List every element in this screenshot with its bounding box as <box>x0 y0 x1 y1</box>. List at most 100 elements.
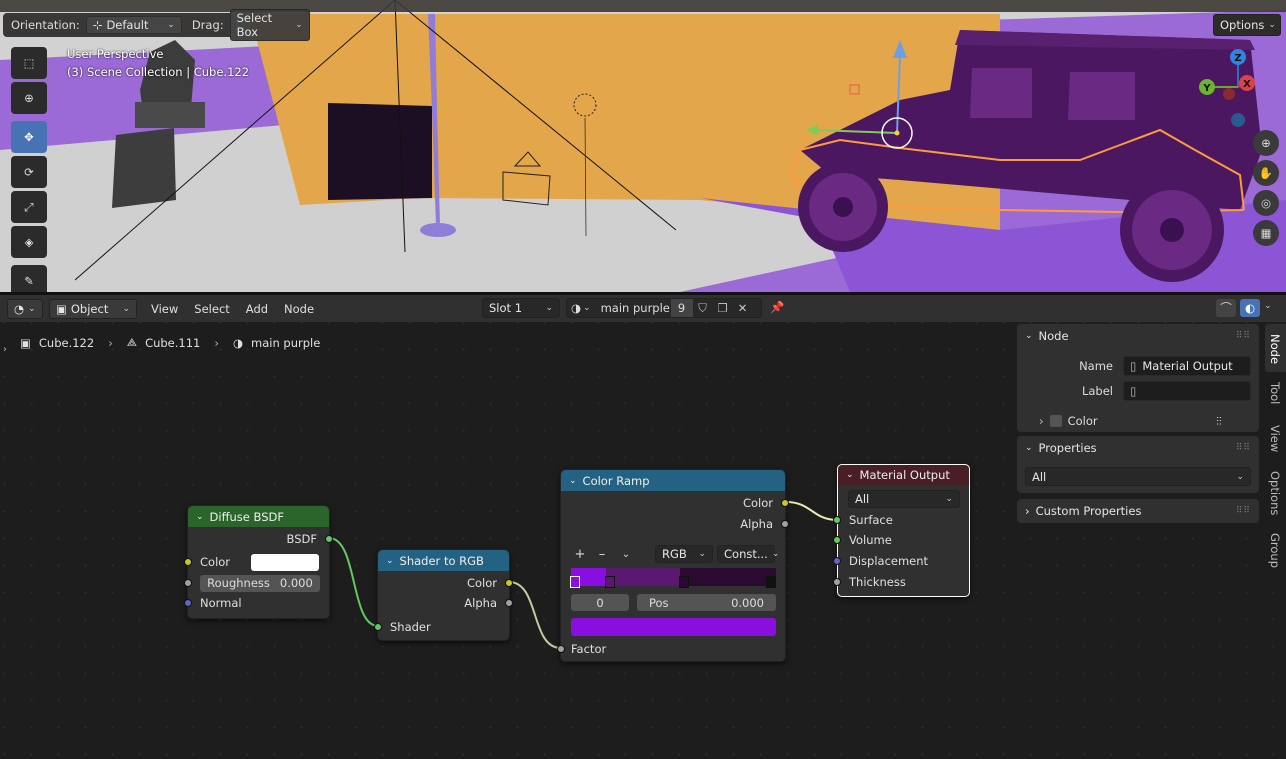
collapse-chevron-icon[interactable]: ⌄ <box>846 470 854 480</box>
menu-select[interactable]: Select <box>186 302 237 316</box>
ramp-stop-handle[interactable] <box>605 576 615 588</box>
duplicate-material-icon[interactable]: ❐ <box>713 301 733 315</box>
camera-view-button[interactable]: ◎ <box>1253 190 1279 216</box>
tab-group[interactable]: Group <box>1268 533 1282 568</box>
mode-dropdown[interactable]: ▣ Object ⌄ <box>49 298 137 319</box>
navigation-gizmo[interactable]: Z Y X <box>1195 45 1265 135</box>
factor-input-socket[interactable] <box>557 645 565 653</box>
node-canvas[interactable]: ▣ Cube.122 › ⟁ Cube.111 › ◑ main purple … <box>0 322 1286 759</box>
drag-handle-icon[interactable]: ⠿⠿ <box>1236 506 1251 516</box>
overlay-toggle-icon[interactable]: ◐ <box>1240 299 1260 317</box>
use-custom-color-checkbox[interactable] <box>1049 415 1062 427</box>
pan-button[interactable]: ✋ <box>1253 160 1279 186</box>
material-sphere-icon[interactable]: ◑ ⌄ <box>567 301 595 315</box>
chevron-down-icon: ⌄ <box>1025 331 1033 341</box>
drag-label: Drag: <box>191 18 224 32</box>
diffuse-bsdf-node[interactable]: ⌄ Diffuse BSDF BSDF Color Roughness 0.00… <box>184 505 333 619</box>
3d-viewport[interactable]: Orientation: ⊹ Default ⌄ Drag: Select Bo… <box>0 0 1286 292</box>
color-output-socket[interactable] <box>505 579 513 587</box>
node-label-field[interactable]: ▯ <box>1123 381 1251 401</box>
chevron-down-icon: ⌄ <box>295 20 303 30</box>
move-tool[interactable]: ✥ <box>11 121 47 153</box>
roughness-input-socket[interactable] <box>184 579 192 587</box>
view-perspective-label: User Perspective <box>67 47 164 61</box>
tab-view[interactable]: View <box>1268 425 1282 452</box>
tab-node-label[interactable]: Node <box>1268 334 1282 364</box>
volume-input-socket[interactable] <box>833 536 841 544</box>
stop-color-swatch[interactable] <box>571 618 776 636</box>
options-dropdown[interactable]: Options ⌄ <box>1213 14 1281 36</box>
shader-input-socket[interactable] <box>374 623 382 631</box>
tab-options[interactable]: Options <box>1268 471 1282 515</box>
ramp-stop-handle[interactable] <box>766 576 776 588</box>
slot-dropdown[interactable]: Slot 1 ⌄ <box>482 298 560 318</box>
diffuse-bsdf-header[interactable]: ⌄ Diffuse BSDF <box>188 506 329 527</box>
user-count[interactable]: 9 <box>670 299 693 317</box>
color-output-socket[interactable] <box>781 499 789 507</box>
color-subpanel-header[interactable]: › Color <box>1039 414 1098 428</box>
menu-add[interactable]: Add <box>238 302 276 316</box>
color-ramp-bar[interactable] <box>571 568 776 586</box>
pin-icon[interactable]: 📌 <box>770 300 784 314</box>
stop-index-field[interactable]: 0 <box>571 594 629 611</box>
zoom-button[interactable]: ⊕ <box>1253 130 1279 156</box>
add-stop-button[interactable]: + <box>571 547 589 562</box>
color-input-socket[interactable] <box>184 558 192 566</box>
drag-handle-icon[interactable]: ⠿⠿ <box>1236 443 1251 453</box>
menu-view[interactable]: View <box>143 302 186 316</box>
orientation-dropdown[interactable]: ⊹ Default ⌄ <box>85 16 182 34</box>
ramp-specials-chevron-icon[interactable]: ⌄ <box>615 549 637 560</box>
remove-stop-button[interactable]: – <box>593 547 611 562</box>
thickness-input-socket[interactable] <box>833 578 841 586</box>
menu-node[interactable]: Node <box>276 302 322 316</box>
color-ramp-header[interactable]: ⌄ Color Ramp <box>561 470 785 491</box>
fake-user-shield-icon[interactable]: ⛉ <box>693 301 713 316</box>
snap-toggle-icon[interactable]: ⌒ <box>1216 299 1236 317</box>
render-target-dropdown[interactable]: All ⌄ <box>848 490 960 508</box>
displacement-input-socket[interactable] <box>833 557 841 565</box>
shader-to-rgb-node[interactable]: ⌄ Shader to RGB Color Alpha Shader <box>374 549 513 641</box>
stop-position-field[interactable]: Pos 0.000 <box>637 594 776 611</box>
interpolation-dropdown[interactable]: Const... ⌄ <box>717 545 779 563</box>
color-ramp-node[interactable]: ⌄ Color Ramp Color Alpha + – ⌄ RGB ⌄ Con… <box>557 469 789 662</box>
material-output-node[interactable]: ⌄ Material Output All ⌄ Surface Volume D… <box>833 464 970 597</box>
ramp-stop-handle[interactable] <box>570 576 580 588</box>
node-panel-header[interactable]: ⌄ Node ⠿⠿ <box>1017 324 1259 348</box>
collapse-chevron-icon[interactable]: ⌄ <box>386 556 394 566</box>
material-name-field[interactable]: main purple <box>595 301 671 315</box>
select-box-tool[interactable]: ⬚ <box>11 47 47 79</box>
overlay-options-chevron-icon[interactable]: ⌄ <box>1264 301 1272 311</box>
material-output-header[interactable]: ⌄ Material Output <box>838 465 969 485</box>
ramp-stop-handle[interactable] <box>679 576 689 588</box>
surface-input-socket[interactable] <box>833 516 841 524</box>
normal-input-socket[interactable] <box>184 599 192 607</box>
scale-tool[interactable]: ⤢ <box>11 191 47 223</box>
drag-handle-icon[interactable]: ⠿⠿ <box>1236 331 1251 341</box>
node-icon: ▯ <box>1130 359 1137 373</box>
node-name-field[interactable]: ▯ Material Output <box>1123 356 1251 376</box>
custom-properties-panel-header[interactable]: › Custom Properties ⠿⠿ <box>1017 499 1259 523</box>
properties-target-dropdown[interactable]: All ⌄ <box>1025 467 1251 486</box>
collapse-chevron-icon[interactable]: ⌄ <box>569 476 577 486</box>
volume-input-label: Volume <box>849 533 892 547</box>
roughness-field[interactable]: Roughness 0.000 <box>200 574 320 592</box>
drag-dropdown[interactable]: Select Box ⌄ <box>229 9 310 41</box>
tab-tool[interactable]: Tool <box>1268 382 1282 404</box>
collapse-chevron-icon[interactable]: ⌄ <box>196 512 204 522</box>
annotate-tool[interactable]: ✎ <box>11 265 47 292</box>
color-presets-icon[interactable]: ⫶⫶ <box>1216 414 1222 429</box>
alpha-output-socket[interactable] <box>505 599 513 607</box>
ortho-toggle-button[interactable]: ▦ <box>1253 220 1279 246</box>
unlink-close-icon[interactable]: ✕ <box>733 301 753 315</box>
transform-tool[interactable]: ◈ <box>11 226 47 258</box>
color-swatch[interactable] <box>251 553 319 571</box>
rotate-tool[interactable]: ⟳ <box>11 156 47 188</box>
properties-panel-header[interactable]: ⌄ Properties ⠿⠿ <box>1017 436 1259 460</box>
bsdf-output-socket[interactable] <box>325 535 333 543</box>
editor-type-dropdown[interactable]: ◔ ⌄ <box>7 298 43 319</box>
color-mode-dropdown[interactable]: RGB ⌄ <box>655 545 713 563</box>
shader-to-rgb-header[interactable]: ⌄ Shader to RGB <box>378 550 509 571</box>
alpha-output-socket[interactable] <box>781 520 789 528</box>
material-selector[interactable]: ◑ ⌄ main purple 9 ⛉ ❐ ✕ <box>566 298 762 318</box>
cursor-tool[interactable]: ⊕ <box>11 82 47 114</box>
